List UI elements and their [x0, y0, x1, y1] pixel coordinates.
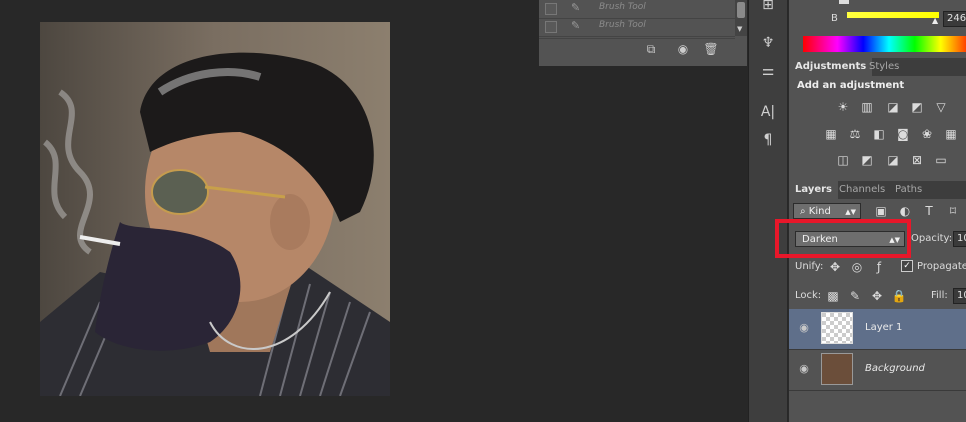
photo-illustration [40, 22, 390, 396]
adjustments-heading: Add an adjustment [797, 80, 905, 91]
eye-icon[interactable]: ◉ [797, 321, 811, 335]
adjustments-tabbar: Adjustments Styles [789, 58, 966, 76]
brush-icon: ✎ [571, 19, 581, 32]
brightness-icon[interactable]: ☀ [835, 99, 851, 115]
history-item[interactable]: ✎ Brush Tool [539, 18, 735, 37]
history-checkbox[interactable] [545, 21, 557, 33]
tab-styles[interactable]: Styles [863, 58, 905, 76]
tab-adjustments[interactable]: Adjustments [789, 58, 873, 76]
lock-position-icon[interactable]: ✥ [869, 288, 885, 304]
layers-tabbar: Layers Channels Paths [789, 181, 966, 199]
scroll-down-icon[interactable]: ▼ [737, 25, 742, 33]
canvas-photo[interactable] [40, 22, 390, 396]
panel-icon-strip: ⊞ ♆ ⚌ A| ¶ [748, 0, 787, 422]
opacity-field[interactable]: 10 [953, 231, 966, 247]
curves-icon[interactable]: ◪ [885, 99, 901, 115]
history-footer: ⧉ ◉ 🗑 [539, 38, 735, 61]
layer-name[interactable]: Layer 1 [865, 322, 902, 333]
fill-field[interactable]: 10 [953, 288, 966, 304]
invert-icon[interactable]: ◫ [835, 152, 851, 168]
pixel-filter-icon[interactable]: ▣ [873, 203, 889, 219]
lock-all-icon[interactable]: 🔒 [891, 288, 907, 304]
exposure-icon[interactable]: ◩ [909, 99, 925, 115]
threshold-icon[interactable]: ◪ [885, 152, 901, 168]
tab-paths[interactable]: Paths [889, 181, 928, 199]
b-value-field[interactable]: 246 [943, 11, 966, 27]
layer-row-layer-1[interactable]: ◉ Layer 1 [789, 309, 966, 350]
channel-mixer-icon[interactable]: ❀ [919, 126, 935, 142]
history-item-label: Brush Tool [599, 20, 646, 30]
tab-channels[interactable]: Channels [833, 181, 891, 199]
hue-saturation-icon[interactable]: ▦ [823, 126, 839, 142]
layer-row-background[interactable]: ◉ Background [789, 350, 966, 391]
filter-kind-label: Kind [808, 206, 831, 217]
slider-handle[interactable] [839, 0, 849, 4]
new-document-from-state-icon[interactable]: ⧉ [643, 41, 659, 57]
history-panel: ✎ Brush Tool ✎ Brush Tool ▼ ⧉ ◉ 🗑 [539, 0, 747, 66]
vibrance-icon[interactable]: ▽ [933, 99, 949, 115]
highlight-box [775, 219, 911, 258]
levels-icon[interactable]: ▥ [859, 99, 875, 115]
b-channel-slider[interactable] [847, 12, 939, 18]
shape-filter-icon[interactable]: ⌑ [945, 203, 961, 219]
type-filter-icon[interactable]: T [921, 203, 937, 219]
color-panel: B ▲ 246 [797, 0, 966, 54]
layer-filter-select[interactable]: ⌕ Kind ▲▼ [793, 203, 861, 219]
character-icon[interactable]: A| [757, 101, 779, 123]
unify-label: Unify: [795, 261, 824, 272]
unify-visibility-icon[interactable]: ◎ [849, 259, 865, 275]
brush-presets-icon[interactable]: ♆ [757, 32, 779, 54]
layer-thumbnail [821, 312, 853, 344]
right-panels: B ▲ 246 Adjustments Styles Add an adjust… [788, 0, 966, 422]
scrollbar-thumb[interactable] [737, 2, 745, 18]
color-spectrum[interactable] [803, 36, 966, 52]
eye-icon[interactable]: ◉ [797, 362, 811, 376]
updown-icon: ▲▼ [845, 208, 856, 216]
selective-color-icon[interactable]: ⊠ [909, 152, 925, 168]
history-scrollbar[interactable]: ▼ [735, 0, 747, 36]
search-icon: ⌕ [800, 206, 809, 217]
propagate-checkbox[interactable]: ✓ [901, 260, 913, 272]
history-item[interactable]: ✎ Brush Tool [539, 0, 735, 19]
layer-thumbnail [821, 353, 853, 385]
opacity-label: Opacity: [911, 233, 953, 244]
lock-transparency-icon[interactable]: ▩ [825, 288, 841, 304]
lock-pixels-icon[interactable]: ✎ [847, 288, 863, 304]
sliders-icon[interactable]: ⚌ [757, 60, 779, 82]
trash-icon[interactable]: 🗑 [703, 41, 719, 57]
fill-label: Fill: [931, 290, 948, 301]
layer-name[interactable]: Background [865, 363, 925, 374]
unify-style-icon[interactable]: ƒ [871, 259, 887, 275]
color-balance-icon[interactable]: ⚖ [847, 126, 863, 142]
black-white-icon[interactable]: ◧ [871, 126, 887, 142]
history-item-label: Brush Tool [599, 2, 646, 12]
photo-filter-icon[interactable]: ◙ [895, 126, 911, 142]
camera-icon[interactable]: ◉ [675, 41, 691, 57]
panel-icon[interactable]: ⊞ [757, 0, 779, 16]
lock-label: Lock: [795, 290, 822, 301]
paragraph-icon[interactable]: ¶ [757, 129, 779, 151]
propagate-label: Propagate [917, 261, 966, 272]
history-checkbox[interactable] [545, 3, 557, 15]
brush-icon: ✎ [571, 1, 581, 14]
color-lookup-icon[interactable]: ▦ [943, 126, 959, 142]
tab-layers[interactable]: Layers [789, 181, 838, 199]
slider-pointer-icon[interactable]: ▲ [932, 16, 938, 25]
b-channel-label: B [831, 13, 838, 24]
adjustment-filter-icon[interactable]: ◐ [897, 203, 913, 219]
gradient-map-icon[interactable]: ▭ [933, 152, 949, 168]
unify-position-icon[interactable]: ✥ [827, 259, 843, 275]
posterize-icon[interactable]: ◩ [859, 152, 875, 168]
